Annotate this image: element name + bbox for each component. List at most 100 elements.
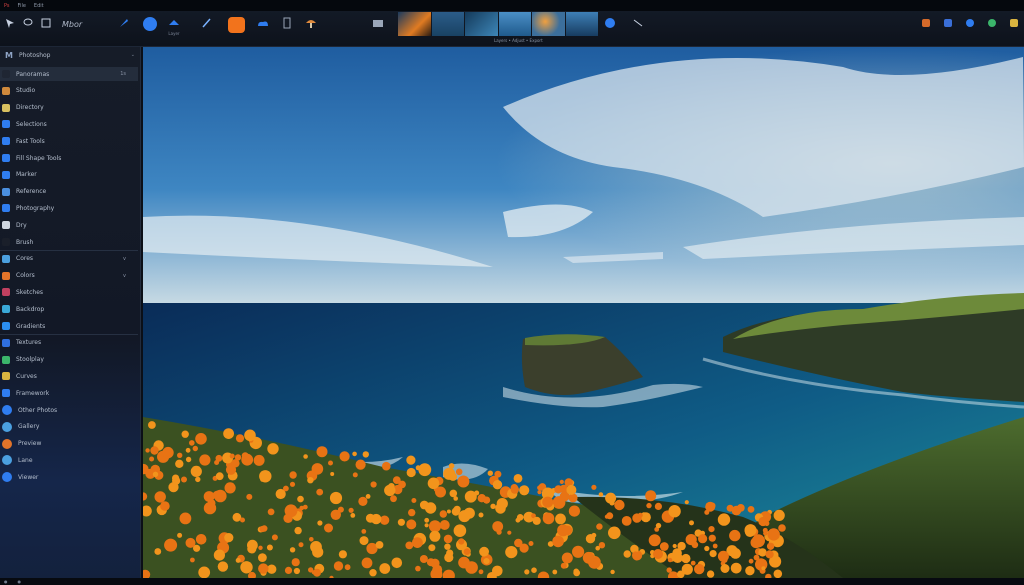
- folder-tool[interactable]: [372, 17, 384, 29]
- flower: [297, 495, 304, 503]
- sidebar-item[interactable]: Cores v: [0, 252, 138, 266]
- image-canvas[interactable]: [143, 47, 1024, 578]
- flower: [659, 542, 669, 551]
- pen-tool[interactable]: [118, 17, 130, 29]
- sidebar-item-icon: [2, 472, 12, 483]
- sidebar-item[interactable]: Textures: [0, 336, 138, 350]
- flower: [391, 557, 403, 569]
- thumbnail[interactable]: [565, 12, 598, 36]
- sidebar-item-tail: v: [123, 255, 126, 262]
- flower: [542, 512, 555, 525]
- flag-icon[interactable]: [922, 19, 930, 27]
- sidebar-item[interactable]: Gradients: [0, 319, 138, 333]
- thumbnail[interactable]: [498, 12, 531, 36]
- flower: [223, 428, 234, 439]
- toolbar-right: [922, 19, 1018, 27]
- sidebar-item[interactable]: Lane: [0, 453, 138, 467]
- sidebar-item-icon: [2, 70, 10, 78]
- flower: [177, 452, 183, 458]
- thumbnail-strip[interactable]: [398, 12, 598, 36]
- flower: [411, 498, 417, 503]
- layer-tool[interactable]: Layer: [168, 17, 180, 36]
- sidebar-item-icon: [2, 389, 10, 398]
- sidebar-item-icon: [2, 170, 10, 179]
- flower: [308, 567, 314, 573]
- sidebar-item-label: Backdrop: [16, 305, 45, 313]
- sync-icon[interactable]: [966, 19, 974, 27]
- sidebar-item[interactable]: Studio: [0, 84, 138, 98]
- sidebar-item[interactable]: Reference: [0, 185, 138, 199]
- flower: [566, 484, 577, 495]
- flower: [160, 501, 170, 511]
- sidebar-item-label: Dry: [16, 221, 27, 229]
- menu-app[interactable]: Ps: [4, 3, 10, 9]
- shape-tool[interactable]: [228, 17, 245, 33]
- sidebar-item[interactable]: Brush: [0, 235, 138, 249]
- chevron-down-icon[interactable]: ⌄: [131, 52, 135, 58]
- sidebar-item[interactable]: Viewer: [0, 470, 138, 484]
- flower: [232, 512, 242, 522]
- sidebar-item-label: Brush: [16, 238, 34, 246]
- cloud-tool[interactable]: [256, 17, 270, 29]
- sidebar-item-label: Sketches: [16, 288, 44, 296]
- landscape-photo: [143, 47, 1024, 578]
- file-tool[interactable]: [282, 17, 292, 29]
- sidebar-item[interactable]: Curves: [0, 369, 138, 383]
- flower: [677, 541, 686, 551]
- sidebar-item[interactable]: Backdrop: [0, 302, 138, 316]
- flower: [720, 564, 730, 573]
- status-icon[interactable]: [988, 19, 996, 27]
- sidebar-item[interactable]: Other Photos: [0, 403, 138, 417]
- sidebar-item[interactable]: Stoolplay: [0, 353, 138, 367]
- flower: [439, 520, 450, 530]
- sidebar-item[interactable]: Fill Shape Tools: [0, 151, 138, 165]
- sidebar-item[interactable]: Framework: [0, 386, 138, 400]
- grid-tool[interactable]: [40, 17, 52, 29]
- flower: [765, 550, 774, 559]
- sidebar-item[interactable]: Panoramas 1s: [0, 67, 138, 81]
- flower: [352, 451, 357, 457]
- sidebar-item[interactable]: Preview: [0, 437, 138, 451]
- flower: [324, 523, 333, 533]
- thumbnail[interactable]: [532, 12, 565, 36]
- flower: [419, 555, 428, 563]
- next-tool[interactable]: [604, 17, 616, 29]
- thumbnail[interactable]: [465, 12, 498, 36]
- sidebar-item[interactable]: Directory: [0, 101, 138, 115]
- sidebar-item[interactable]: Dry: [0, 218, 138, 232]
- flower: [495, 503, 506, 514]
- flower: [684, 500, 689, 505]
- flower: [224, 533, 234, 543]
- grid-icon: [41, 18, 51, 28]
- menu-edit[interactable]: Edit: [34, 3, 44, 9]
- settings-tool[interactable]: [632, 17, 644, 29]
- notification-icon[interactable]: [944, 19, 952, 27]
- flower: [316, 446, 328, 458]
- move-tool[interactable]: [4, 17, 16, 29]
- sidebar-item[interactable]: Marker: [0, 168, 138, 182]
- lasso-tool[interactable]: [22, 17, 34, 29]
- flower: [247, 539, 258, 551]
- thumbnail[interactable]: [398, 12, 431, 36]
- brush-icon: [202, 18, 211, 28]
- circle-tool[interactable]: [143, 17, 157, 31]
- thumbnail[interactable]: [431, 12, 464, 36]
- flower: [390, 495, 397, 503]
- sidebar-item[interactable]: Selections: [0, 117, 138, 131]
- sidebar-item-icon: [2, 86, 10, 95]
- flower: [709, 550, 717, 558]
- circle-icon: [143, 17, 157, 31]
- mushroom-tool[interactable]: [305, 17, 317, 29]
- sidebar-item[interactable]: Sketches: [0, 285, 138, 299]
- menu-file[interactable]: File: [18, 3, 26, 9]
- flower: [513, 474, 523, 483]
- sidebar-item[interactable]: Gallery: [0, 420, 138, 434]
- brush-tool[interactable]: [200, 17, 212, 29]
- sidebar-item[interactable]: Photography: [0, 201, 138, 215]
- sidebar-item[interactable]: Fast Tools: [0, 134, 138, 148]
- flower: [267, 508, 275, 516]
- flower: [241, 453, 254, 466]
- sidebar-item[interactable]: Colors v: [0, 269, 138, 283]
- flower: [773, 509, 785, 521]
- flower: [453, 524, 467, 537]
